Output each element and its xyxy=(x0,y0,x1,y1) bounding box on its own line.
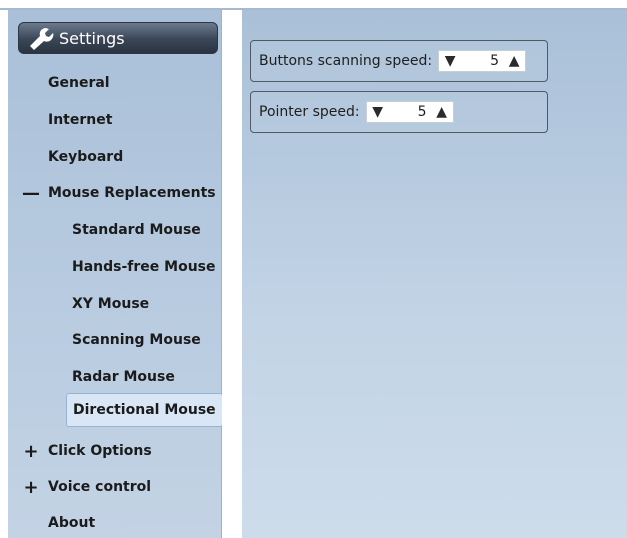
sidebar-item-about[interactable]: About xyxy=(48,508,95,538)
sidebar-item-mouse-replacements[interactable]: — Mouse Replacements xyxy=(22,178,216,208)
collapse-icon: — xyxy=(22,182,40,204)
sidebar-item-label: XY Mouse xyxy=(72,296,150,312)
top-border xyxy=(0,0,627,10)
sidebar-item-label: About xyxy=(48,515,96,531)
sidebar-item-directional-mouse[interactable]: Directional Mouse xyxy=(66,393,223,427)
pointer-speed-value: 5 xyxy=(417,104,427,120)
sidebar-item-hands-free-mouse[interactable]: Hands-free Mouse xyxy=(72,252,216,282)
pointer-speed-stepper[interactable]: ▼ 5 ▲ xyxy=(365,101,454,123)
sidebar: Settings General Internet Keyboard — Mou… xyxy=(8,10,223,538)
settings-header[interactable]: Settings xyxy=(18,22,218,54)
sidebar-item-label: Directional Mouse xyxy=(73,402,216,418)
expand-icon: + xyxy=(23,440,39,462)
sidebar-item-label: Mouse Replacements xyxy=(48,185,216,201)
buttons-scanning-speed-row: Buttons scanning speed: ▼ 5 ▲ xyxy=(250,40,548,82)
sidebar-item-internet[interactable]: Internet xyxy=(48,105,112,135)
expand-icon: + xyxy=(23,476,39,498)
sidebar-item-label: Click Options xyxy=(48,443,152,459)
sidebar-item-standard-mouse[interactable]: Standard Mouse xyxy=(72,215,201,245)
increment-icon[interactable]: ▲ xyxy=(507,53,521,69)
divider xyxy=(222,10,242,538)
main-panel: Buttons scanning speed: ▼ 5 ▲ Pointer sp… xyxy=(242,10,627,538)
wrench-icon xyxy=(30,28,54,50)
sidebar-item-label: Standard Mouse xyxy=(72,222,201,238)
decrement-icon[interactable]: ▼ xyxy=(371,104,385,120)
decrement-icon[interactable]: ▼ xyxy=(443,53,457,69)
sidebar-item-label: Scanning Mouse xyxy=(72,332,201,348)
sidebar-item-label: Hands-free Mouse xyxy=(72,259,216,275)
sidebar-item-label: Internet xyxy=(48,112,113,128)
sidebar-item-label: Radar Mouse xyxy=(72,369,175,385)
buttons-scanning-speed-label: Buttons scanning speed: xyxy=(259,53,433,69)
sidebar-item-keyboard[interactable]: Keyboard xyxy=(48,142,123,172)
sidebar-item-radar-mouse[interactable]: Radar Mouse xyxy=(72,362,175,392)
sidebar-item-voice-control[interactable]: + Voice control xyxy=(22,472,151,502)
sidebar-item-label: Keyboard xyxy=(48,149,124,165)
pointer-speed-row: Pointer speed: ▼ 5 ▲ xyxy=(250,91,548,133)
sidebar-item-label: General xyxy=(48,75,110,91)
left-margin xyxy=(0,10,8,538)
sidebar-item-xy-mouse[interactable]: XY Mouse xyxy=(72,289,149,319)
buttons-scanning-speed-stepper[interactable]: ▼ 5 ▲ xyxy=(438,50,527,72)
sidebar-item-label: Voice control xyxy=(48,479,152,495)
pointer-speed-label: Pointer speed: xyxy=(259,104,360,120)
sidebar-item-scanning-mouse[interactable]: Scanning Mouse xyxy=(72,325,201,355)
sidebar-item-general[interactable]: General xyxy=(48,68,110,98)
settings-title: Settings xyxy=(59,28,125,48)
sidebar-item-click-options[interactable]: + Click Options xyxy=(22,436,152,466)
buttons-scanning-speed-value: 5 xyxy=(490,53,500,69)
increment-icon[interactable]: ▲ xyxy=(435,104,449,120)
